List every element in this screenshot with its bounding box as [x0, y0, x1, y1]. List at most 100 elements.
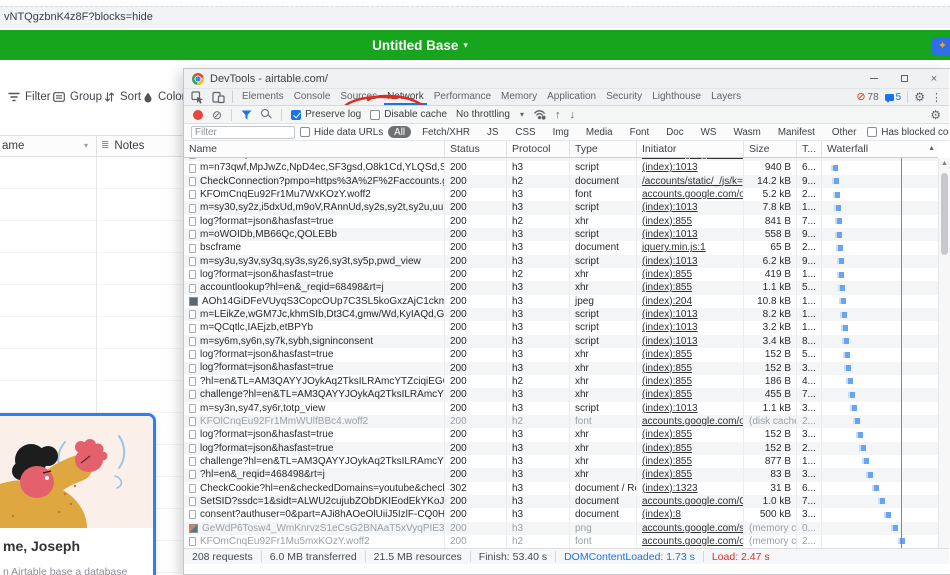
- filter-input[interactable]: [191, 126, 295, 139]
- initiator-link[interactable]: accounts.google.com/Chec...: [642, 496, 743, 507]
- initiator-link[interactable]: (index):855: [642, 216, 692, 227]
- tab-memory[interactable]: Memory: [498, 89, 540, 105]
- filter-chip-media[interactable]: Media: [580, 126, 619, 138]
- tab-layers[interactable]: Layers: [708, 89, 744, 105]
- omni-button[interactable]: ✦: [932, 37, 950, 56]
- network-request-row[interactable]: accountlookup?hl=en&_reqid=68498&rt=j200…: [184, 281, 938, 294]
- url-input[interactable]: vNTQgzbnK4z8F?blocks=hide: [0, 6, 950, 28]
- initiator-link[interactable]: (index):204: [642, 296, 692, 307]
- column-header-waterfall[interactable]: Waterfall▲: [821, 141, 938, 157]
- maximize-button[interactable]: [889, 69, 919, 89]
- network-request-row[interactable]: challenge?hl=en&TL=AM3QAYYJOykAq2TksILRA…: [184, 455, 938, 468]
- initiator-link[interactable]: accounts.google.com/signi...: [642, 523, 743, 534]
- toolbar-filter[interactable]: Filter: [8, 87, 51, 107]
- network-settings-gear-icon[interactable]: ⚙: [930, 108, 949, 122]
- devtools-titlebar[interactable]: DevTools - airtable.com/ ×: [184, 69, 949, 89]
- filter-chip-fetchxhr[interactable]: Fetch/XHR: [416, 126, 476, 138]
- filter-chip-img[interactable]: Img: [547, 126, 575, 138]
- toolbar-sort[interactable]: Sort: [104, 87, 141, 107]
- toolbar-group[interactable]: Group: [53, 87, 102, 107]
- initiator-link[interactable]: accounts.google.com/o/oa...: [642, 189, 743, 200]
- filter-chip-css[interactable]: CSS: [509, 126, 541, 138]
- network-request-row[interactable]: GeWdP6Tosw4_WmKnrvzS1eCsG2BNAaT5xVyqPIE3…: [184, 522, 938, 535]
- initiator-link[interactable]: (index):855: [642, 389, 692, 400]
- tab-console[interactable]: Console: [291, 89, 334, 105]
- inspect-element-icon[interactable]: [190, 91, 205, 104]
- initiator-link[interactable]: (index):1013: [642, 162, 698, 173]
- network-request-row[interactable]: ?hl=en&_reqid=468498&rt=j200h3xhr(index)…: [184, 468, 938, 481]
- filter-chip-wasm[interactable]: Wasm: [727, 126, 766, 138]
- initiator-link[interactable]: (index):855: [642, 363, 692, 374]
- network-request-row[interactable]: AOh14GiDFeVUyqS3CopcOUp7C3SL5koGxzAjC1ck…: [184, 295, 938, 308]
- minimize-button[interactable]: [859, 69, 889, 89]
- column-header-name[interactable]: Name: [184, 141, 444, 157]
- initiator-link[interactable]: (index):855: [642, 282, 692, 293]
- disable-cache-checkbox[interactable]: Disable cache: [370, 109, 447, 120]
- import-har-icon[interactable]: ↑: [555, 109, 561, 121]
- has-blocked-cookies-checkbox[interactable]: Has blocked cookies: [867, 127, 949, 138]
- network-request-row[interactable]: log?format=json&hasfast=true200h2xhr(ind…: [184, 268, 938, 281]
- filter-chip-js[interactable]: JS: [481, 126, 504, 138]
- filter-chip-all[interactable]: All: [388, 126, 411, 138]
- initiator-link[interactable]: accounts.google.com/o/oa...: [642, 536, 743, 547]
- initiator-link[interactable]: (index):1013: [642, 202, 698, 213]
- column-header-status[interactable]: Status: [444, 141, 506, 157]
- device-toolbar-icon[interactable]: [211, 91, 226, 104]
- initiator-link[interactable]: (index):1013: [642, 336, 698, 347]
- throttling-dropdown[interactable]: No throttling ▾: [456, 109, 524, 120]
- network-request-row[interactable]: challenge?hl=en&TL=AM3QAYYJOykAq2TksILRA…: [184, 388, 938, 401]
- network-request-row[interactable]: m=LEikZe,wGM7Jc,khmSIb,Dt3C4,gmw/Wd,KyIA…: [184, 308, 938, 321]
- network-request-row[interactable]: m=sy3u,sy3v,sy3q,sy3s,sy26,sy3t,sy5p,pwd…: [184, 255, 938, 268]
- network-request-row[interactable]: log?format=json&hasfast=true200h2xhr(ind…: [184, 215, 938, 228]
- initiator-link[interactable]: (index):1323: [642, 483, 698, 494]
- tab-network[interactable]: Network: [384, 89, 427, 105]
- preserve-log-checkbox[interactable]: Preserve log: [291, 109, 361, 120]
- close-button[interactable]: ×: [919, 69, 949, 89]
- settings-gear-icon[interactable]: ⚙: [914, 90, 925, 104]
- issues-badge[interactable]: 5: [885, 92, 902, 103]
- initiator-link[interactable]: (index):1013: [642, 229, 698, 240]
- filter-chip-font[interactable]: Font: [624, 126, 656, 138]
- network-request-row[interactable]: KFOmCnqEu92Fr1Mu7WxKOzY.woff2200h3fontac…: [184, 188, 938, 201]
- network-request-row[interactable]: CheckCookie?hl=en&checkedDomains=youtube…: [184, 482, 938, 495]
- tab-performance[interactable]: Performance: [431, 89, 494, 105]
- clear-icon[interactable]: ⊘: [212, 109, 222, 121]
- network-request-row[interactable]: ?hl=en&TL=AM3QAYYJOykAq2TksILRAmcYTZciqi…: [184, 375, 938, 388]
- network-request-row[interactable]: CheckConnection?pmpo=https%3A%2F%2Faccou…: [184, 175, 938, 188]
- initiator-link[interactable]: (index):1013: [642, 256, 698, 267]
- tab-sources[interactable]: Sources: [337, 89, 380, 105]
- initiator-link[interactable]: (index):855: [642, 443, 692, 454]
- scrollbar-thumb[interactable]: [941, 173, 948, 255]
- network-request-row[interactable]: m=sy6m,sy6n,sy7k,sybh,signinconsent200h3…: [184, 335, 938, 348]
- initiator-link[interactable]: (index):1013: [642, 322, 698, 333]
- grid-column-name[interactable]: ame: [2, 136, 24, 156]
- initiator-link[interactable]: accounts.google.com/o/oa...: [642, 158, 743, 160]
- initiator-link[interactable]: (index):8: [642, 509, 681, 520]
- network-request-row[interactable]: m=sy3n,sy47,sy6r,totp_view200h3script(in…: [184, 402, 938, 415]
- column-header-initiator[interactable]: Initiator: [636, 141, 743, 157]
- network-request-row[interactable]: m=sy30,sy2z,i5dxUd,m9oV,RAnnUd,sy2s,sy2t…: [184, 201, 938, 214]
- initiator-link[interactable]: (index):855: [642, 469, 692, 480]
- base-title-group[interactable]: Untitled Base ▾: [0, 30, 840, 60]
- scrollbar-up-arrow[interactable]: ▲: [939, 158, 950, 170]
- tab-security[interactable]: Security: [603, 89, 645, 105]
- scrollbar[interactable]: ▲: [938, 158, 950, 548]
- initiator-link[interactable]: (index):1013: [642, 309, 698, 320]
- network-request-row[interactable]: SetSID?ssdc=1&sidt=ALWU2cujubZObDKIEodEk…: [184, 495, 938, 508]
- column-header-type[interactable]: Type: [569, 141, 636, 157]
- network-request-row[interactable]: KFOlCnqEu92Fr1MmWUlfBBc4.woff2200h2fonta…: [184, 415, 938, 428]
- initiator-link[interactable]: (index):855: [642, 429, 692, 440]
- network-request-row[interactable]: m=oWOIDb,MB66Qc,QOLEBb200h3script(index)…: [184, 228, 938, 241]
- errors-badge[interactable]: ⊘ 78: [856, 92, 878, 103]
- network-request-row[interactable]: log?format=json&hasfast=true200h3xhr(ind…: [184, 428, 938, 441]
- grid-column-notes[interactable]: ≣ Notes: [101, 136, 144, 156]
- network-request-row[interactable]: m=QCqtlc,IAEjzb,etBPYb200h3script(index)…: [184, 321, 938, 334]
- search-icon[interactable]: [261, 109, 272, 120]
- network-request-row[interactable]: log?format=json&hasfast=true200h3xhr(ind…: [184, 362, 938, 375]
- initiator-link[interactable]: (index):855: [642, 349, 692, 360]
- tab-elements[interactable]: Elements: [239, 89, 287, 105]
- column-header-size[interactable]: Size: [743, 141, 796, 157]
- filter-funnel-icon[interactable]: [241, 110, 252, 120]
- initiator-link[interactable]: (index):855: [642, 456, 692, 467]
- chevron-down-icon[interactable]: ▾: [84, 136, 88, 156]
